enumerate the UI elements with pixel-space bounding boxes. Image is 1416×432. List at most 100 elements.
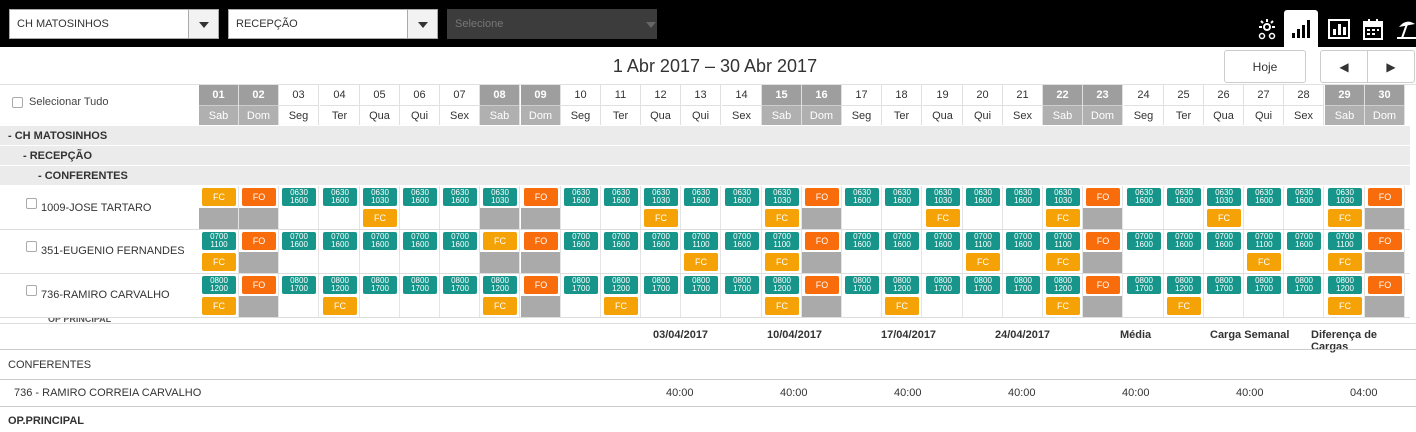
- schedule-cell[interactable]: FC: [1204, 208, 1244, 230]
- schedule-cell[interactable]: [842, 252, 882, 274]
- shift-chip[interactable]: 0800 1200: [323, 276, 357, 294]
- schedule-cell[interactable]: 0700 1100: [1043, 230, 1083, 252]
- shift-chip[interactable]: 0700 1100: [966, 232, 1000, 250]
- shift-chip[interactable]: 0800 1700: [403, 276, 437, 294]
- shift-chip[interactable]: 0800 1700: [443, 276, 477, 294]
- schedule-cell[interactable]: 0630 1600: [1124, 186, 1164, 208]
- schedule-cell[interactable]: 0700 1600: [601, 230, 641, 252]
- blocked-cell[interactable]: [1365, 252, 1405, 274]
- schedule-cell[interactable]: FC: [320, 296, 360, 318]
- schedule-cell[interactable]: 0800 1700: [842, 274, 882, 296]
- shift-chip[interactable]: 0800 1200: [604, 276, 638, 294]
- shift-chip[interactable]: 0700 1600: [403, 232, 437, 250]
- complementary-off-chip[interactable]: FC: [202, 297, 236, 315]
- schedule-cell[interactable]: 0700 1600: [1284, 230, 1324, 252]
- complementary-off-chip[interactable]: FC: [644, 209, 678, 227]
- shift-chip[interactable]: 0630 1600: [1006, 188, 1040, 206]
- schedule-cell[interactable]: 0700 1600: [320, 230, 360, 252]
- shift-chip[interactable]: 0700 1600: [885, 232, 919, 250]
- shift-chip[interactable]: 0800 1700: [966, 276, 1000, 294]
- schedule-cell[interactable]: [1003, 296, 1043, 318]
- complementary-off-chip[interactable]: FC: [604, 297, 638, 315]
- shift-chip[interactable]: 0800 1200: [1328, 276, 1362, 294]
- schedule-cell[interactable]: FC: [681, 252, 721, 274]
- blocked-cell[interactable]: [802, 252, 842, 274]
- calendar-icon[interactable]: [1356, 12, 1390, 46]
- shift-chip[interactable]: 0800 1700: [1207, 276, 1241, 294]
- shift-chip[interactable]: 0800 1200: [885, 276, 919, 294]
- shift-chip[interactable]: 0630 1600: [282, 188, 316, 206]
- schedule-cell[interactable]: [963, 296, 1003, 318]
- schedule-cell[interactable]: FO: [1083, 186, 1123, 208]
- schedule-cell[interactable]: [601, 208, 641, 230]
- shift-chip[interactable]: 0630 1600: [966, 188, 1000, 206]
- schedule-cell[interactable]: 0700 1600: [923, 230, 963, 252]
- shift-chip[interactable]: 0700 1100: [1046, 232, 1080, 250]
- day-off-chip[interactable]: FO: [524, 276, 558, 294]
- shift-chip[interactable]: 0800 1700: [282, 276, 316, 294]
- schedule-cell[interactable]: [1204, 296, 1244, 318]
- schedule-cell[interactable]: [1284, 252, 1324, 274]
- day-off-chip[interactable]: FO: [524, 232, 558, 250]
- schedule-cell[interactable]: [1284, 208, 1324, 230]
- complementary-off-chip[interactable]: FC: [1207, 209, 1241, 227]
- schedule-cell[interactable]: [279, 208, 319, 230]
- day-off-chip[interactable]: FO: [1368, 232, 1402, 250]
- schedule-cell[interactable]: [641, 252, 681, 274]
- schedule-cell[interactable]: FC: [199, 252, 239, 274]
- schedule-cell[interactable]: 0800 1700: [1244, 274, 1284, 296]
- complementary-off-chip[interactable]: FC: [1046, 253, 1080, 271]
- schedule-cell[interactable]: 0800 1200: [480, 274, 520, 296]
- complementary-off-chip[interactable]: FC: [202, 188, 236, 206]
- schedule-cell[interactable]: 0800 1200: [762, 274, 802, 296]
- schedule-cell[interactable]: [1124, 208, 1164, 230]
- schedule-cell[interactable]: [923, 252, 963, 274]
- schedule-cell[interactable]: 0630 1600: [1244, 186, 1284, 208]
- shift-chip[interactable]: 0700 1600: [282, 232, 316, 250]
- shift-chip[interactable]: 0630 1030: [363, 188, 397, 206]
- schedule-cell[interactable]: [561, 208, 601, 230]
- checkbox-icon[interactable]: [12, 96, 23, 108]
- shift-chip[interactable]: 0800 1700: [684, 276, 718, 294]
- schedule-cell[interactable]: FO: [1365, 186, 1405, 208]
- schedule-cell[interactable]: [1284, 296, 1324, 318]
- schedule-cell[interactable]: FO: [1365, 274, 1405, 296]
- shift-chip[interactable]: 0700 1600: [323, 232, 357, 250]
- schedule-cell[interactable]: 0800 1200: [601, 274, 641, 296]
- schedule-cell[interactable]: 0630 1600: [440, 186, 480, 208]
- complementary-off-chip[interactable]: FC: [1328, 209, 1362, 227]
- schedule-cell[interactable]: FO: [1365, 230, 1405, 252]
- schedule-cell[interactable]: [681, 296, 721, 318]
- shift-chip[interactable]: 0630 1600: [1287, 188, 1321, 206]
- schedule-cell[interactable]: 0800 1200: [320, 274, 360, 296]
- shift-chip[interactable]: 0630 1600: [1127, 188, 1161, 206]
- day-off-chip[interactable]: FO: [524, 188, 558, 206]
- schedule-cell[interactable]: 0630 1030: [480, 186, 520, 208]
- schedule-cell[interactable]: 0800 1700: [681, 274, 721, 296]
- shift-chip[interactable]: 0800 1700: [1127, 276, 1161, 294]
- schedule-cell[interactable]: FO: [802, 230, 842, 252]
- schedule-cell[interactable]: [320, 252, 360, 274]
- shift-chip[interactable]: 0700 1600: [564, 232, 598, 250]
- schedule-cell[interactable]: FC: [199, 296, 239, 318]
- complementary-off-chip[interactable]: FC: [765, 209, 799, 227]
- schedule-cell[interactable]: FC: [1325, 252, 1365, 274]
- schedule-cell[interactable]: [440, 208, 480, 230]
- blocked-cell[interactable]: [480, 252, 520, 274]
- schedule-cell[interactable]: 0630 1030: [641, 186, 681, 208]
- schedule-cell[interactable]: 0800 1700: [400, 274, 440, 296]
- schedule-cell[interactable]: 0700 1600: [360, 230, 400, 252]
- schedule-cell[interactable]: 0630 1030: [923, 186, 963, 208]
- schedule-cell[interactable]: 0700 1600: [641, 230, 681, 252]
- employee-row-label[interactable]: 736-RAMIRO CARVALHO: [26, 284, 170, 302]
- schedule-cell[interactable]: [1204, 252, 1244, 274]
- schedule-cell[interactable]: [722, 252, 762, 274]
- schedule-cell[interactable]: 0700 1600: [1204, 230, 1244, 252]
- day-off-chip[interactable]: FO: [242, 276, 276, 294]
- schedule-cell[interactable]: FC: [762, 252, 802, 274]
- blocked-cell[interactable]: [521, 252, 561, 274]
- schedule-cell[interactable]: [1003, 252, 1043, 274]
- schedule-cell[interactable]: [561, 252, 601, 274]
- schedule-cell[interactable]: 0700 1600: [1124, 230, 1164, 252]
- shift-chip[interactable]: 0800 1700: [845, 276, 879, 294]
